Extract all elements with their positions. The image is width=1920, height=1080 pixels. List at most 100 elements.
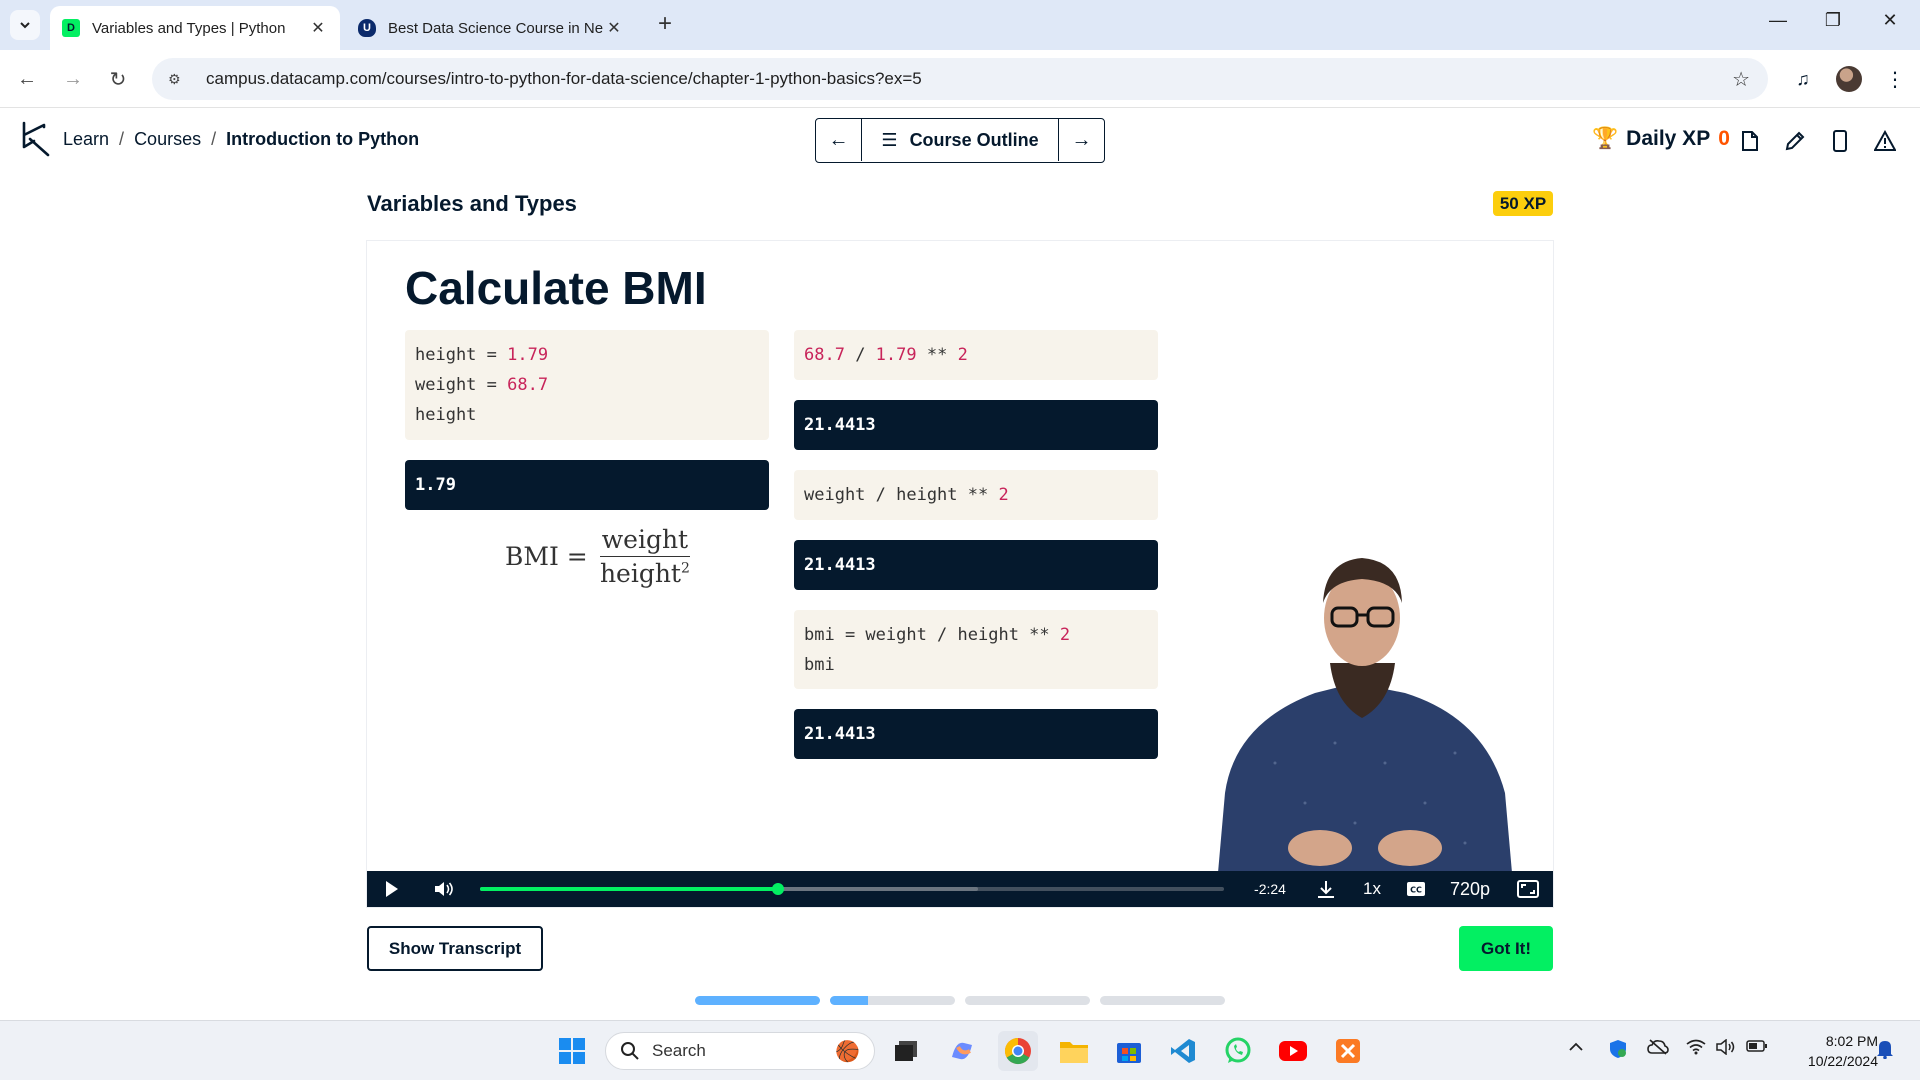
menu-icon: ☰ (881, 129, 898, 150)
new-tab-button[interactable]: + (650, 10, 680, 38)
code-number: 2 (1059, 625, 1071, 645)
player-controls: -2:24 1x CC 720p (367, 871, 1553, 907)
show-transcript-button[interactable]: Show Transcript (367, 926, 543, 971)
show-hidden-icons-icon[interactable] (1568, 1039, 1584, 1057)
forward-icon[interactable]: → (58, 64, 88, 94)
code-token: = (476, 345, 508, 365)
clock-time: 8:02 PM (1825, 1033, 1878, 1049)
tab-best-data-science-course[interactable]: U Best Data Science Course in Ne ✕ (346, 6, 636, 50)
more-menu-icon[interactable]: ⋮ (1880, 64, 1910, 94)
code-block-assign-bmi: bmi = weight / height ** 2 bmi (794, 610, 1158, 689)
volume-button[interactable] (429, 871, 459, 907)
onedrive-offline-icon[interactable] (1647, 1039, 1669, 1060)
windows-start-icon[interactable] (552, 1031, 592, 1071)
playback-speed-button[interactable]: 1x (1357, 871, 1387, 907)
minimize-icon[interactable]: — (1758, 10, 1798, 31)
tab-title: Variables and Types | Python (92, 19, 286, 37)
bookmark-star-icon[interactable]: ☆ (1732, 67, 1750, 92)
browser-toolbar: ← → ↻ ⚙ campus.datacamp.com/courses/intr… (0, 50, 1920, 108)
xampp-icon[interactable] (1328, 1031, 1368, 1071)
taskbar-search[interactable]: Search 🏀 (605, 1032, 875, 1070)
formula-fraction: weight height2 (599, 525, 691, 588)
tab-search-button[interactable] (10, 10, 40, 40)
played-bar (480, 887, 778, 891)
seek-bar[interactable] (480, 883, 1224, 895)
media-control-icon[interactable]: ♫ (1788, 64, 1818, 94)
code-token: weight (415, 375, 477, 395)
play-button[interactable] (379, 871, 405, 907)
report-issue-icon[interactable] (1871, 127, 1899, 155)
breadcrumb-separator: / (119, 129, 125, 149)
code-token: height (415, 345, 477, 365)
youtube-icon[interactable] (1273, 1031, 1313, 1071)
back-icon[interactable]: ← (12, 64, 42, 94)
formula-denominator: height2 (600, 557, 690, 588)
fullscreen-button[interactable] (1515, 871, 1541, 907)
formula-denominator-base: height (599, 559, 681, 588)
notification-bell-icon[interactable] (1876, 1039, 1894, 1064)
got-it-button[interactable]: Got It! (1459, 926, 1553, 971)
arrow-left-icon: ← (828, 128, 849, 151)
code-number: 68.7 (804, 345, 845, 365)
battery-icon[interactable] (1746, 1039, 1768, 1058)
microsoft-store-icon[interactable] (1109, 1031, 1149, 1071)
code-block-literal-bmi: 68.7 / 1.79 ** 2 (794, 330, 1158, 380)
download-icon (1318, 881, 1334, 898)
download-button[interactable] (1313, 871, 1339, 907)
task-view-icon[interactable] (886, 1031, 926, 1071)
exercise-progress-3 (965, 996, 1090, 1005)
tab-title: Best Data Science Course in Ne (388, 19, 604, 37)
url-text[interactable]: campus.datacamp.com/courses/intro-to-pyt… (206, 69, 922, 89)
address-bar[interactable]: ⚙ campus.datacamp.com/courses/intro-to-p… (152, 58, 1768, 100)
captions-button[interactable]: CC (1403, 871, 1429, 907)
code-number: 2 (957, 345, 968, 365)
security-shield-icon[interactable] (1608, 1039, 1628, 1064)
previous-exercise-button[interactable]: ← (816, 119, 861, 161)
breadcrumb-course-title[interactable]: Introduction to Python (226, 129, 419, 150)
code-token: ** (916, 345, 958, 365)
clock-date: 10/22/2024 (1807, 1053, 1878, 1069)
close-window-icon[interactable]: ✕ (1870, 10, 1910, 31)
quality-button[interactable]: 720p (1446, 871, 1494, 907)
play-icon (386, 881, 398, 897)
edit-icon[interactable] (1781, 127, 1809, 155)
close-tab-icon[interactable]: ✕ (308, 18, 328, 38)
presenter-video-image (1215, 558, 1515, 907)
site-info-icon[interactable]: ⚙ (168, 71, 188, 88)
bmi-formula: BMI = weight height2 (505, 525, 691, 588)
breadcrumb-learn[interactable]: Learn (63, 129, 109, 150)
chrome-icon[interactable] (998, 1031, 1038, 1071)
arrow-right-icon: → (1071, 128, 1092, 151)
time-remaining: -2:24 (1254, 881, 1286, 897)
datacamp-logo-icon[interactable] (20, 121, 50, 157)
seek-handle[interactable] (771, 883, 784, 895)
datacamp-header: Learn / Courses / Introduction to Python… (0, 109, 1920, 171)
restore-icon[interactable]: ❐ (1813, 10, 1853, 31)
slides-icon[interactable] (1736, 127, 1764, 155)
close-tab-icon[interactable]: ✕ (604, 18, 624, 38)
speaker-icon[interactable] (1716, 1038, 1736, 1060)
code-number: 1.79 (875, 345, 917, 365)
reload-icon[interactable]: ↻ (103, 64, 133, 94)
breadcrumb-separator: / (211, 129, 217, 149)
code-output: 21.4413 (794, 540, 1158, 590)
copilot-icon[interactable] (942, 1031, 982, 1071)
code-output: 21.4413 (794, 400, 1158, 450)
breadcrumb-courses[interactable]: Courses (134, 129, 201, 150)
mobile-icon[interactable] (1826, 127, 1854, 155)
course-outline-button[interactable]: ☰ Course Outline (861, 119, 1059, 161)
wifi-icon[interactable] (1686, 1039, 1706, 1060)
taskbar-clock[interactable]: 8:02 PM 10/22/2024 (1786, 1031, 1878, 1071)
tab-variables-and-types[interactable]: D Variables and Types | Python ✕ (50, 6, 340, 50)
whatsapp-icon[interactable] (1218, 1031, 1258, 1071)
code-output: 21.4413 (794, 709, 1158, 759)
file-explorer-icon[interactable] (1054, 1031, 1094, 1071)
daily-xp[interactable]: 🏆 Daily XP 0 (1592, 127, 1730, 151)
next-exercise-button[interactable]: → (1059, 119, 1104, 161)
video-player[interactable]: Calculate BMI height = 1.79 weight = 68.… (367, 241, 1553, 907)
vscode-icon[interactable] (1163, 1031, 1203, 1071)
exercise-progress-4 (1100, 996, 1225, 1005)
progress-fill (830, 996, 868, 1005)
profile-avatar[interactable] (1834, 64, 1864, 94)
code-token: height (415, 405, 477, 425)
